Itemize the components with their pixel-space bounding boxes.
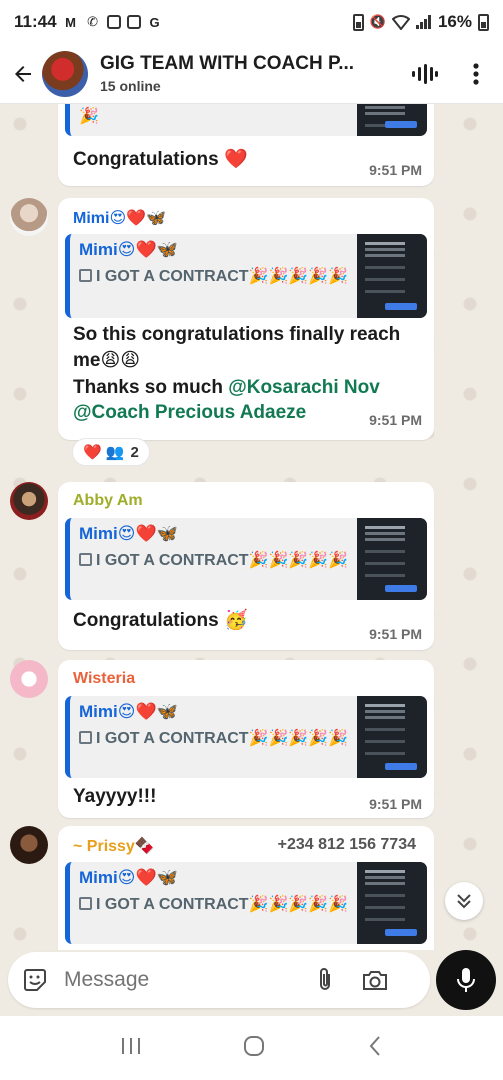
- quote-sender: Mimi😍❤️🦋: [79, 868, 178, 887]
- message-input-container[interactable]: [8, 952, 430, 1008]
- message-text: Congratulations 🥳: [73, 610, 248, 631]
- battery-icon: [478, 13, 489, 31]
- mention-link[interactable]: @Kosarachi Nov: [228, 377, 380, 398]
- sender-name: Wisteria: [73, 670, 136, 687]
- back-arrow-icon[interactable]: [10, 61, 36, 87]
- mic-button[interactable]: [436, 950, 496, 1010]
- wifi-icon: [391, 15, 410, 30]
- home-icon[interactable]: [242, 1034, 266, 1063]
- gmail-icon: M: [65, 14, 76, 30]
- sticker-icon[interactable]: [12, 957, 58, 1003]
- doc-icon: [79, 553, 92, 566]
- quoted-message[interactable]: Mimi😍❤️🦋 I GOT A CONTRACT🎉🎉🎉🎉🎉: [65, 862, 427, 944]
- group-title: GIG TEAM WITH COACH P...: [100, 53, 355, 74]
- message-time: 9:51 PM: [369, 162, 422, 178]
- sender-phone: +234 812 156 7734: [277, 836, 416, 853]
- reaction-emojis: ❤️ 👥: [83, 444, 125, 461]
- back-nav-icon[interactable]: [367, 1034, 383, 1063]
- mention-link[interactable]: @Coach Precious Adaeze: [73, 402, 306, 423]
- quote-thumbnail: [357, 104, 427, 136]
- composer: [0, 950, 503, 1012]
- group-info[interactable]: GIG TEAM WITH COACH P... 15 online: [100, 53, 389, 94]
- system-nav-bar: [0, 1016, 503, 1080]
- group-avatar[interactable]: [42, 50, 88, 97]
- quote-thumbnail: [357, 234, 427, 318]
- avatar[interactable]: [10, 660, 48, 698]
- quoted-message[interactable]: Mimi😍❤️🦋 I GOT A CONTRACT🎉🎉🎉🎉🎉: [65, 234, 427, 318]
- message-text: So this congratulations finally reach me…: [73, 324, 401, 423]
- chevron-double-down-icon: [457, 894, 471, 909]
- mute-icon: 🔇: [369, 14, 387, 29]
- quoted-message[interactable]: Mimi😍❤️🦋 I GOT A CONTRACT🎉🎉🎉🎉🎉: [65, 518, 427, 600]
- sender-name: Abby Am: [73, 492, 143, 509]
- status-bar: 11:44 M ✆ G 🔇 16%: [0, 0, 503, 44]
- attach-icon[interactable]: [306, 961, 344, 999]
- chat-header: GIG TEAM WITH COACH P... 15 online: [0, 44, 503, 104]
- message-bubble[interactable]: ~ Prissy🍫 +234 812 156 7734 Mimi😍❤️🦋 I G…: [58, 826, 434, 950]
- scroll-down-button[interactable]: [445, 882, 483, 920]
- quote-sender: Mimi😍❤️🦋: [79, 524, 178, 543]
- avatar[interactable]: [10, 826, 48, 864]
- quoted-message[interactable]: Mimi😍❤️🦋 I GOT A CONTRACT🎉🎉🎉🎉🎉: [65, 696, 427, 778]
- checkbox-notif-icon: [106, 15, 121, 29]
- message-text: Yayyyy!!!: [73, 786, 157, 807]
- quote-sender: Mimi😍❤️🦋: [79, 702, 178, 721]
- quote-text: 🎉: [79, 108, 99, 125]
- message-input[interactable]: [58, 968, 298, 992]
- status-time: 11:44: [14, 12, 57, 31]
- google-icon: G: [149, 14, 160, 30]
- message-bubble[interactable]: Abby Am Mimi😍❤️🦋 I GOT A CONTRACT🎉🎉🎉🎉🎉 C…: [58, 482, 434, 650]
- voice-chat-icon[interactable]: [407, 57, 441, 91]
- battery-saver-icon: [352, 13, 364, 31]
- quote-thumbnail: [357, 696, 427, 778]
- more-vert-icon[interactable]: [459, 57, 493, 91]
- message-time: 9:51 PM: [369, 626, 422, 642]
- message-text: Congratulations ❤️: [73, 149, 248, 170]
- reaction-count: 2: [130, 443, 139, 461]
- message-bubble[interactable]: 🎉 Congratulations ❤️ 9:51 PM: [58, 104, 434, 186]
- avatar[interactable]: [10, 198, 48, 236]
- quote-text: I GOT A CONTRACT🎉🎉🎉🎉🎉: [79, 550, 349, 572]
- message-bubble[interactable]: Wisteria Mimi😍❤️🦋 I GOT A CONTRACT🎉🎉🎉🎉🎉 …: [58, 660, 434, 818]
- doc-icon: [79, 897, 92, 910]
- quote-thumbnail: [357, 518, 427, 600]
- sender-name: ~ Prissy🍫: [73, 838, 155, 855]
- avatar[interactable]: [10, 482, 48, 520]
- doc-icon: [79, 731, 92, 744]
- message-time: 9:51 PM: [369, 412, 422, 428]
- quote-text: I GOT A CONTRACT🎉🎉🎉🎉🎉: [79, 266, 349, 288]
- message-time: 9:51 PM: [369, 796, 422, 812]
- reactions-bar[interactable]: ❤️ 👥 2: [72, 438, 150, 466]
- camera-icon[interactable]: [356, 961, 394, 999]
- gallery-notif-icon: [126, 15, 141, 29]
- signal-icon: [415, 15, 431, 29]
- quote-thumbnail: [357, 862, 427, 944]
- doc-icon: [79, 269, 92, 282]
- sender-name: Mimi😍❤️🦋: [73, 210, 166, 227]
- message-bubble[interactable]: Mimi😍❤️🦋 Mimi😍❤️🦋 I GOT A CONTRACT🎉🎉🎉🎉🎉 …: [58, 198, 434, 440]
- quote-text: I GOT A CONTRACT🎉🎉🎉🎉🎉: [79, 728, 349, 750]
- recents-icon[interactable]: [120, 1036, 142, 1061]
- mic-icon: [457, 968, 475, 992]
- quoted-message[interactable]: 🎉: [65, 104, 427, 136]
- whatsapp-icon: ✆: [87, 14, 98, 29]
- online-count: 15 online: [100, 78, 161, 94]
- quote-text: I GOT A CONTRACT🎉🎉🎉🎉🎉: [79, 894, 349, 916]
- message-list[interactable]: 🎉 Congratulations ❤️ 9:51 PM Mimi😍❤️🦋 Mi…: [0, 104, 503, 950]
- battery-percent: 16%: [437, 12, 472, 31]
- quote-sender: Mimi😍❤️🦋: [79, 240, 178, 259]
